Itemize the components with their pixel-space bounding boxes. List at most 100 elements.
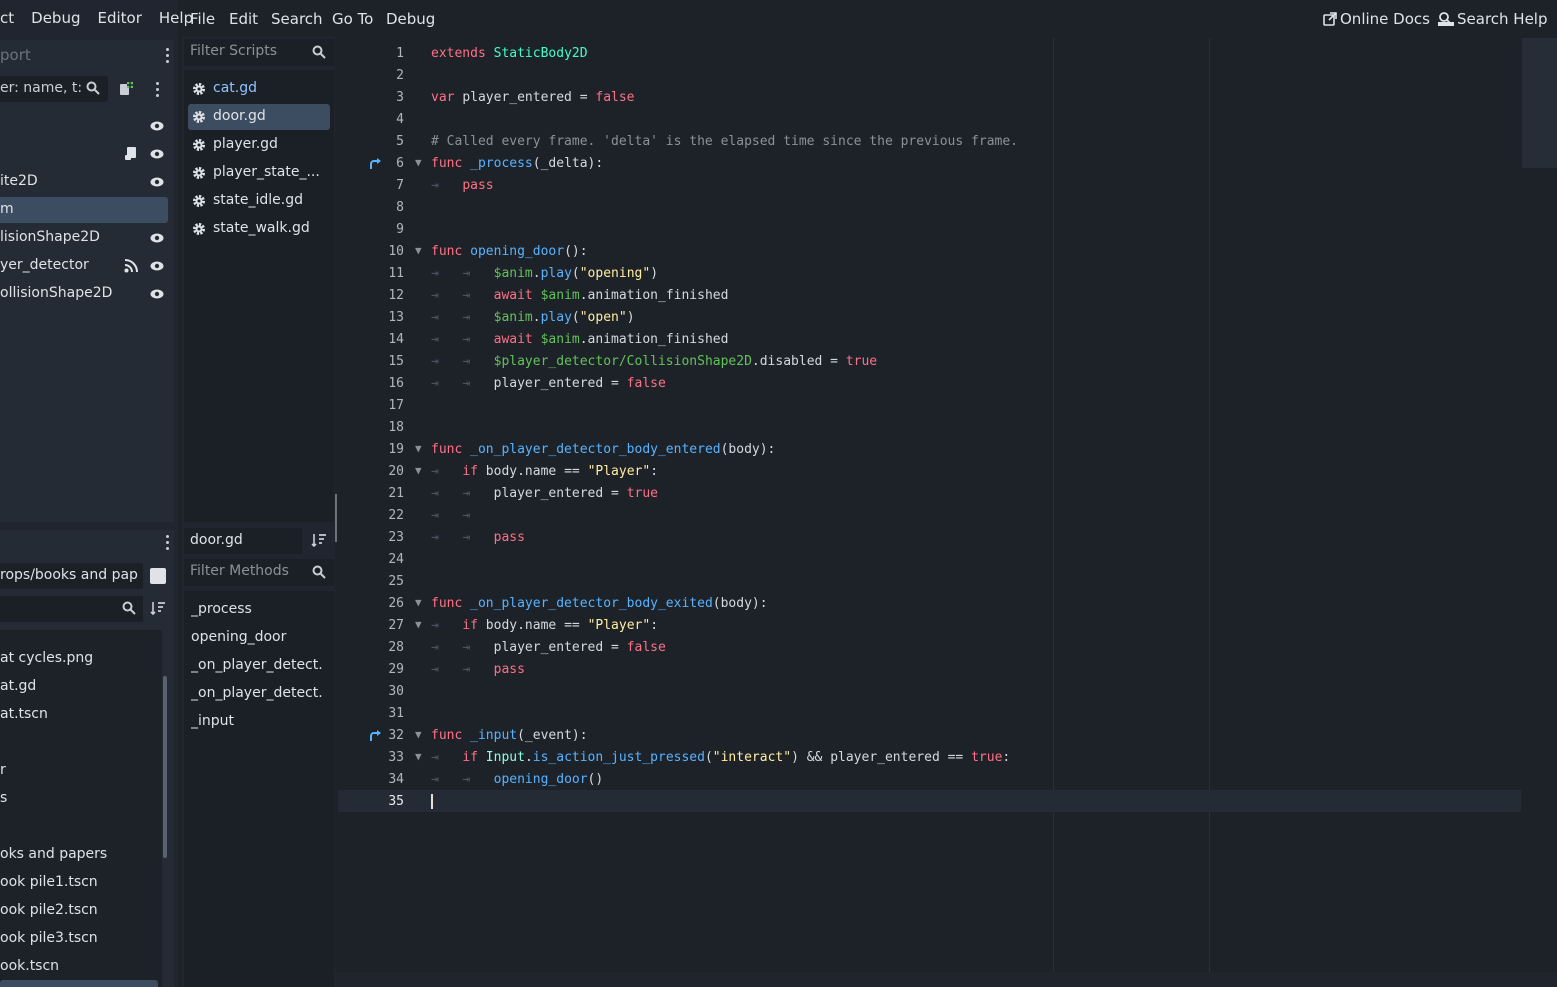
code-line[interactable]: 17: [338, 394, 1518, 416]
code-line[interactable]: 5 # Called every frame. 'delta' is the el…: [338, 130, 1518, 152]
code-line[interactable]: 16 ⇥ ⇥ player_entered = false: [338, 372, 1518, 394]
code-line[interactable]: 29 ⇥ ⇥ pass: [338, 658, 1518, 680]
sort-icon[interactable]: [150, 600, 166, 616]
filter-methods-input[interactable]: Filter Methods: [184, 559, 334, 586]
code-line[interactable]: 32 ▼ func _input(_event):: [338, 724, 1518, 746]
scene-tab-label[interactable]: port: [0, 46, 31, 64]
file-item[interactable]: at.gd: [0, 678, 36, 694]
fold-chevron-icon[interactable]: ▼: [415, 618, 422, 631]
code-line[interactable]: 31: [338, 702, 1518, 724]
visibility-eye-icon[interactable]: [150, 175, 164, 189]
scene-node-row-selected[interactable]: m: [0, 197, 168, 223]
method-item[interactable]: opening_door: [191, 629, 323, 645]
fold-chevron-icon[interactable]: ▼: [415, 244, 422, 257]
fold-chevron-icon[interactable]: ▼: [415, 728, 422, 741]
file-item[interactable]: ook pile1.tscn: [0, 874, 98, 890]
script-item-cat[interactable]: cat.gd: [188, 76, 330, 102]
code-line[interactable]: 28 ⇥ ⇥ player_entered = false: [338, 636, 1518, 658]
scene-node-row[interactable]: lisionShape2D: [0, 225, 168, 251]
filesystem-search-input[interactable]: [0, 596, 143, 622]
visibility-eye-icon[interactable]: [150, 259, 164, 273]
code-line[interactable]: 3 var player_entered = false: [338, 86, 1518, 108]
search-help-button[interactable]: Search Help: [1438, 10, 1548, 28]
panel-splitter[interactable]: [335, 494, 337, 542]
code-line[interactable]: 25: [338, 570, 1518, 592]
code-line[interactable]: 27 ▼ ⇥ if body.name == "Player":: [338, 614, 1518, 636]
menu-project[interactable]: ct: [0, 9, 14, 27]
menu-editor[interactable]: Editor: [97, 9, 141, 27]
sort-methods-icon[interactable]: [311, 532, 327, 548]
filesystem-scrollbar[interactable]: [163, 676, 167, 858]
code-line[interactable]: 33 ▼ ⇥ if Input.is_action_just_pressed("in…: [338, 746, 1518, 768]
code-line[interactable]: 9: [338, 218, 1518, 240]
filesystem-path-field[interactable]: rops/books and pap: [0, 563, 143, 589]
fold-chevron-icon[interactable]: ▼: [415, 596, 422, 609]
code-line-current[interactable]: 35: [338, 790, 1518, 812]
code-line[interactable]: 6 ▼ func _process(_delta):: [338, 152, 1518, 174]
code-line[interactable]: 14 ⇥ ⇥ await $anim.animation_finished: [338, 328, 1518, 350]
selected-file-row[interactable]: [0, 980, 158, 987]
code-line[interactable]: 15 ⇥ ⇥ $player_detector/CollisionShape2D.…: [338, 350, 1518, 372]
visibility-eye-icon[interactable]: [150, 287, 164, 301]
code-line[interactable]: 34 ⇥ ⇥ opening_door(): [338, 768, 1518, 790]
scene-node-row[interactable]: [0, 141, 168, 167]
code-line[interactable]: 21 ⇥ ⇥ player_entered = true: [338, 482, 1518, 504]
menu-file[interactable]: File: [190, 10, 215, 28]
file-item[interactable]: r: [0, 762, 6, 778]
scene-node-row[interactable]: [0, 113, 168, 139]
code-line[interactable]: 24: [338, 548, 1518, 570]
menu-search[interactable]: Search: [271, 10, 323, 28]
signal-icon[interactable]: [124, 259, 138, 273]
code-line[interactable]: 4: [338, 108, 1518, 130]
script-item-state-idle[interactable]: state_idle.gd: [188, 188, 330, 214]
file-item[interactable]: ook pile3.tscn: [0, 930, 98, 946]
script-item-door[interactable]: door.gd: [188, 104, 330, 130]
menu-debug[interactable]: Debug: [31, 9, 80, 27]
toggle-split-icon[interactable]: [150, 568, 166, 584]
code-line[interactable]: 26 ▼ func _on_player_detector_body_exited(…: [338, 592, 1518, 614]
menu-debug-script[interactable]: Debug: [386, 10, 435, 28]
file-item[interactable]: ook pile2.tscn: [0, 902, 98, 918]
method-item[interactable]: _process: [191, 601, 323, 617]
visibility-eye-icon[interactable]: [150, 119, 164, 133]
script-item-state-walk[interactable]: state_walk.gd: [188, 216, 330, 242]
code-line[interactable]: 1 extends StaticBody2D: [338, 42, 1518, 64]
code-line[interactable]: 19 ▼ func _on_player_detector_body_entered…: [338, 438, 1518, 460]
code-line[interactable]: 10 ▼ func opening_door():: [338, 240, 1518, 262]
script-item-player[interactable]: player.gd: [188, 132, 330, 158]
file-item[interactable]: at.tscn: [0, 706, 48, 722]
code-line[interactable]: 12 ⇥ ⇥ await $anim.animation_finished: [338, 284, 1518, 306]
menu-edit[interactable]: Edit: [229, 10, 258, 28]
scene-node-row[interactable]: ollisionShape2D: [0, 281, 168, 307]
visibility-eye-icon[interactable]: [150, 231, 164, 245]
minimap[interactable]: [1522, 38, 1557, 168]
code-line[interactable]: 20 ▼ ⇥ if body.name == "Player":: [338, 460, 1518, 482]
method-item[interactable]: _input: [191, 713, 323, 729]
attach-script-icon[interactable]: [118, 81, 134, 97]
method-item[interactable]: _on_player_detect...: [191, 685, 323, 701]
code-line[interactable]: 30: [338, 680, 1518, 702]
fold-chevron-icon[interactable]: ▼: [415, 442, 422, 455]
filesystem-more-icon[interactable]: [166, 535, 170, 553]
fold-chevron-icon[interactable]: ▼: [415, 464, 422, 477]
script-item-player-state[interactable]: player_state_...: [188, 160, 330, 186]
scene-more-icon[interactable]: [156, 82, 160, 100]
file-item[interactable]: s: [0, 790, 7, 806]
code-line[interactable]: 8: [338, 196, 1518, 218]
online-docs-button[interactable]: Online Docs: [1323, 10, 1430, 28]
visibility-eye-icon[interactable]: [150, 147, 164, 161]
method-item[interactable]: _on_player_detect...: [191, 657, 323, 673]
scene-filter-input[interactable]: er: name, t:t: [0, 76, 108, 102]
code-line[interactable]: 18: [338, 416, 1518, 438]
fold-chevron-icon[interactable]: ▼: [415, 750, 422, 763]
menu-goto[interactable]: Go To: [332, 10, 373, 28]
scene-node-row[interactable]: ite2D: [0, 169, 168, 195]
code-line[interactable]: 23 ⇥ ⇥ pass: [338, 526, 1518, 548]
kebab-menu-icon[interactable]: [166, 48, 170, 66]
folder-item[interactable]: oks and papers: [0, 846, 107, 862]
code-line[interactable]: 13 ⇥ ⇥ $anim.play("open"): [338, 306, 1518, 328]
filter-scripts-input[interactable]: Filter Scripts: [184, 39, 334, 66]
code-line[interactable]: 2: [338, 64, 1518, 86]
code-line[interactable]: 11 ⇥ ⇥ $anim.play("opening"): [338, 262, 1518, 284]
fold-chevron-icon[interactable]: ▼: [415, 156, 422, 169]
